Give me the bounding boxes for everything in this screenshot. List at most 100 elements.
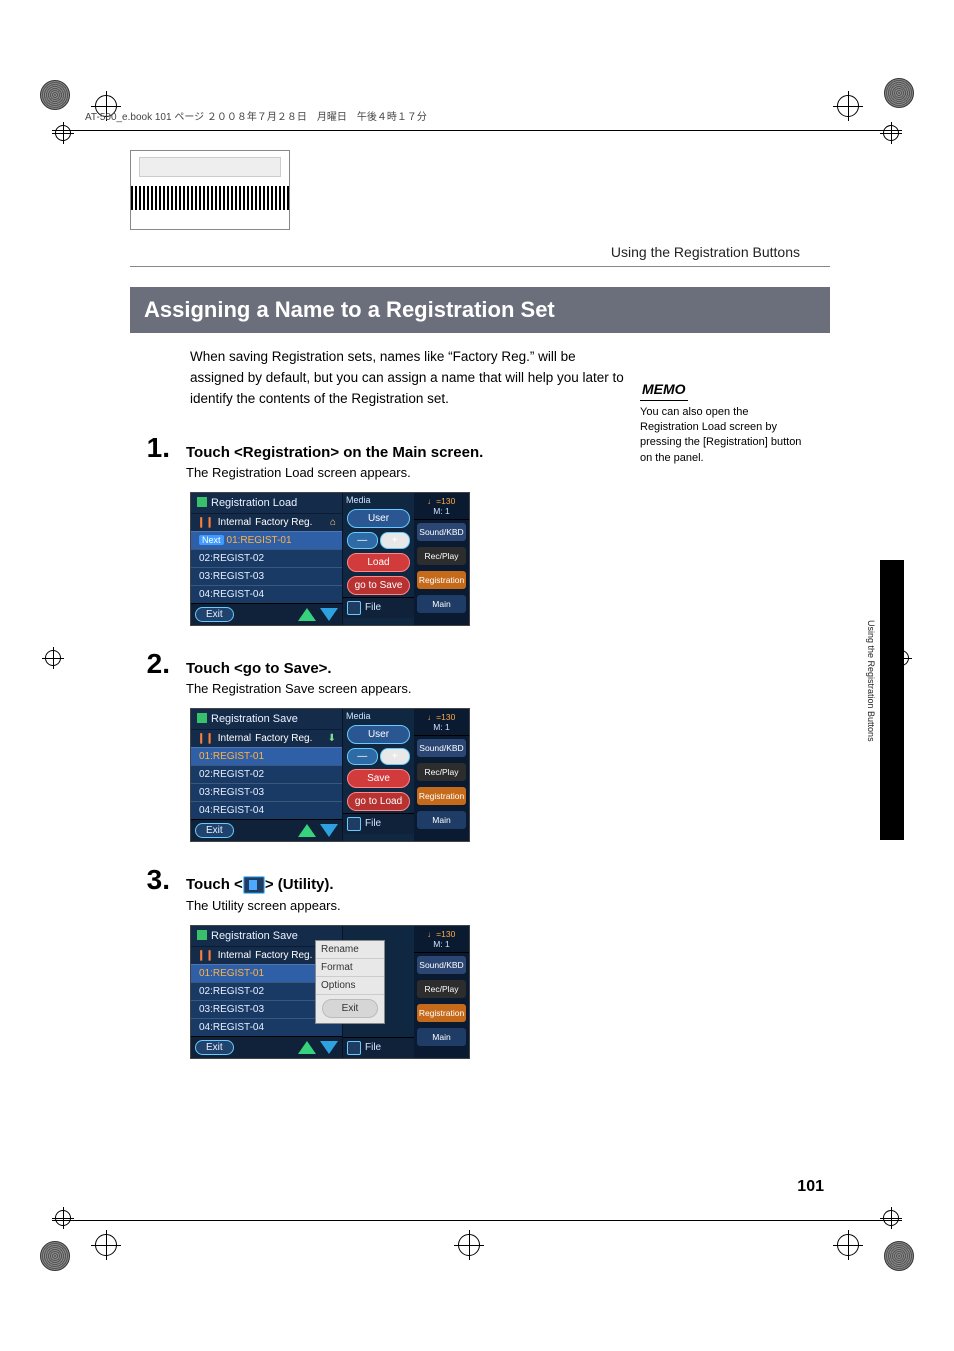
tempo-value: ♩=130	[428, 929, 456, 939]
file-util-icon[interactable]	[347, 601, 361, 615]
list-item[interactable]: 03:REGIST-03	[199, 787, 264, 798]
reg-mark-br-icon	[883, 1210, 899, 1226]
internal-name: Factory Reg.	[255, 950, 312, 961]
popup-exit-button[interactable]: Exit	[322, 999, 378, 1018]
internal-label: Internal	[218, 733, 251, 744]
step-desc: The Utility screen appears.	[186, 898, 830, 913]
pause-icon: ❙❙	[197, 950, 214, 961]
sound-kbd-button[interactable]: Sound/KBD	[417, 523, 466, 541]
registration-button[interactable]: Registration	[417, 571, 466, 589]
exit-button[interactable]: Exit	[195, 823, 234, 838]
list-item[interactable]: 04:REGIST-04	[199, 805, 264, 816]
page-number: 101	[797, 1178, 824, 1196]
internal-label: Internal	[218, 517, 251, 528]
page-content: Using the Registration Buttons Assigning…	[130, 150, 830, 1059]
main-button[interactable]: Main	[417, 595, 466, 613]
main-button[interactable]: Main	[417, 811, 466, 829]
list-item[interactable]: 01:REGIST-01	[199, 751, 264, 762]
go-to-load-button[interactable]: go to Load	[347, 792, 410, 811]
plus-button[interactable]: +	[380, 748, 411, 765]
arrow-down-icon[interactable]	[320, 824, 338, 837]
options-option[interactable]: Options	[316, 977, 384, 995]
screenshot-utility-popup: Registration Save ❙❙ Internal Factory Re…	[190, 925, 470, 1059]
screenshot-registration-save: Registration Save ❙❙ Internal Factory Re…	[190, 708, 470, 842]
internal-name: Factory Reg.	[255, 733, 312, 744]
minus-button[interactable]: —	[347, 532, 378, 549]
step-number: 1.	[130, 432, 170, 464]
file-util-icon[interactable]	[347, 817, 361, 831]
printer-disc-top-left-icon	[40, 80, 70, 110]
load-button[interactable]: Load	[347, 553, 410, 572]
list-item[interactable]: 02:REGIST-02	[199, 769, 264, 780]
memo-box: MEMO You can also open the Registration …	[640, 380, 810, 466]
page-frame-bottom-icon	[52, 1220, 902, 1221]
disk-icon	[197, 497, 207, 507]
rec-play-button[interactable]: Rec/Play	[417, 980, 466, 998]
chapter-tab-icon	[880, 560, 904, 840]
arrow-up-icon[interactable]	[298, 824, 316, 837]
registration-button[interactable]: Registration	[417, 1004, 466, 1022]
section-underline-icon	[130, 266, 830, 267]
exit-button[interactable]: Exit	[195, 1040, 234, 1055]
internal-name: Factory Reg.	[255, 517, 312, 528]
crosshair-bottom-left-icon	[95, 1234, 117, 1256]
download-icon: ⬇	[328, 733, 336, 744]
registration-button[interactable]: Registration	[417, 787, 466, 805]
file-util-icon[interactable]	[347, 1041, 361, 1055]
list-item[interactable]: 01:REGIST-01	[227, 535, 292, 546]
exit-button[interactable]: Exit	[195, 607, 234, 622]
page-frame-top-icon	[52, 130, 902, 131]
utility-popup: Rename Format Options Exit	[315, 940, 385, 1024]
go-to-save-button[interactable]: go to Save	[347, 576, 410, 595]
screen-title: Registration Load	[211, 497, 297, 509]
screen-title: Registration Save	[211, 713, 298, 725]
list-item[interactable]: 01:REGIST-01	[199, 968, 264, 979]
measure-value: M: 1	[433, 722, 450, 732]
utility-icon	[243, 876, 265, 894]
list-item[interactable]: 03:REGIST-03	[199, 571, 264, 582]
intro-paragraph: When saving Registration sets, names lik…	[190, 347, 630, 410]
arrow-down-icon[interactable]	[320, 608, 338, 621]
internal-label: Internal	[218, 950, 251, 961]
memo-body: You can also open the Registration Load …	[640, 405, 810, 467]
screenshot-registration-load: Registration Load ❙❙ Internal Factory Re…	[190, 492, 470, 626]
disk-icon	[197, 713, 207, 723]
list-item[interactable]: 02:REGIST-02	[199, 553, 264, 564]
tempo-value: ♩=130	[428, 496, 456, 506]
printer-disc-top-right-icon	[884, 78, 914, 108]
step-3: 3. Touch <> (Utility). The Utility scree…	[130, 864, 830, 913]
step-2: 2. Touch <go to Save>. The Registration …	[130, 648, 830, 696]
arrow-up-icon[interactable]	[298, 1041, 316, 1054]
list-item[interactable]: 02:REGIST-02	[199, 986, 264, 997]
file-label[interactable]: File	[365, 1042, 381, 1053]
reg-mark-bl-icon	[55, 1210, 71, 1226]
format-option[interactable]: Format	[316, 959, 384, 977]
next-badge[interactable]: Next	[199, 535, 224, 545]
crosshair-top-right-icon	[837, 95, 859, 117]
screen-title: Registration Save	[211, 930, 298, 942]
instrument-thumbnail-icon	[130, 150, 290, 230]
list-item[interactable]: 04:REGIST-04	[199, 589, 264, 600]
save-button[interactable]: Save	[347, 769, 410, 788]
plus-button[interactable]: +	[380, 532, 411, 549]
list-item[interactable]: 04:REGIST-04	[199, 1022, 264, 1033]
user-button[interactable]: User	[347, 725, 410, 744]
arrow-up-icon[interactable]	[298, 608, 316, 621]
main-button[interactable]: Main	[417, 1028, 466, 1046]
user-button[interactable]: User	[347, 509, 410, 528]
file-label[interactable]: File	[365, 602, 381, 613]
sound-kbd-button[interactable]: Sound/KBD	[417, 956, 466, 974]
step-title: Touch <go to Save>.	[186, 660, 830, 677]
file-label[interactable]: File	[365, 818, 381, 829]
arrow-down-icon[interactable]	[320, 1041, 338, 1054]
sound-kbd-button[interactable]: Sound/KBD	[417, 739, 466, 757]
reg-mark-tl-icon	[55, 125, 71, 141]
section-label: Using the Registration Buttons	[130, 244, 830, 260]
rename-option[interactable]: Rename	[316, 941, 384, 959]
minus-button[interactable]: —	[347, 748, 378, 765]
rec-play-button[interactable]: Rec/Play	[417, 763, 466, 781]
pause-icon: ❙❙	[197, 733, 214, 744]
printer-disc-bottom-right-icon	[884, 1241, 914, 1271]
rec-play-button[interactable]: Rec/Play	[417, 547, 466, 565]
list-item[interactable]: 03:REGIST-03	[199, 1004, 264, 1015]
